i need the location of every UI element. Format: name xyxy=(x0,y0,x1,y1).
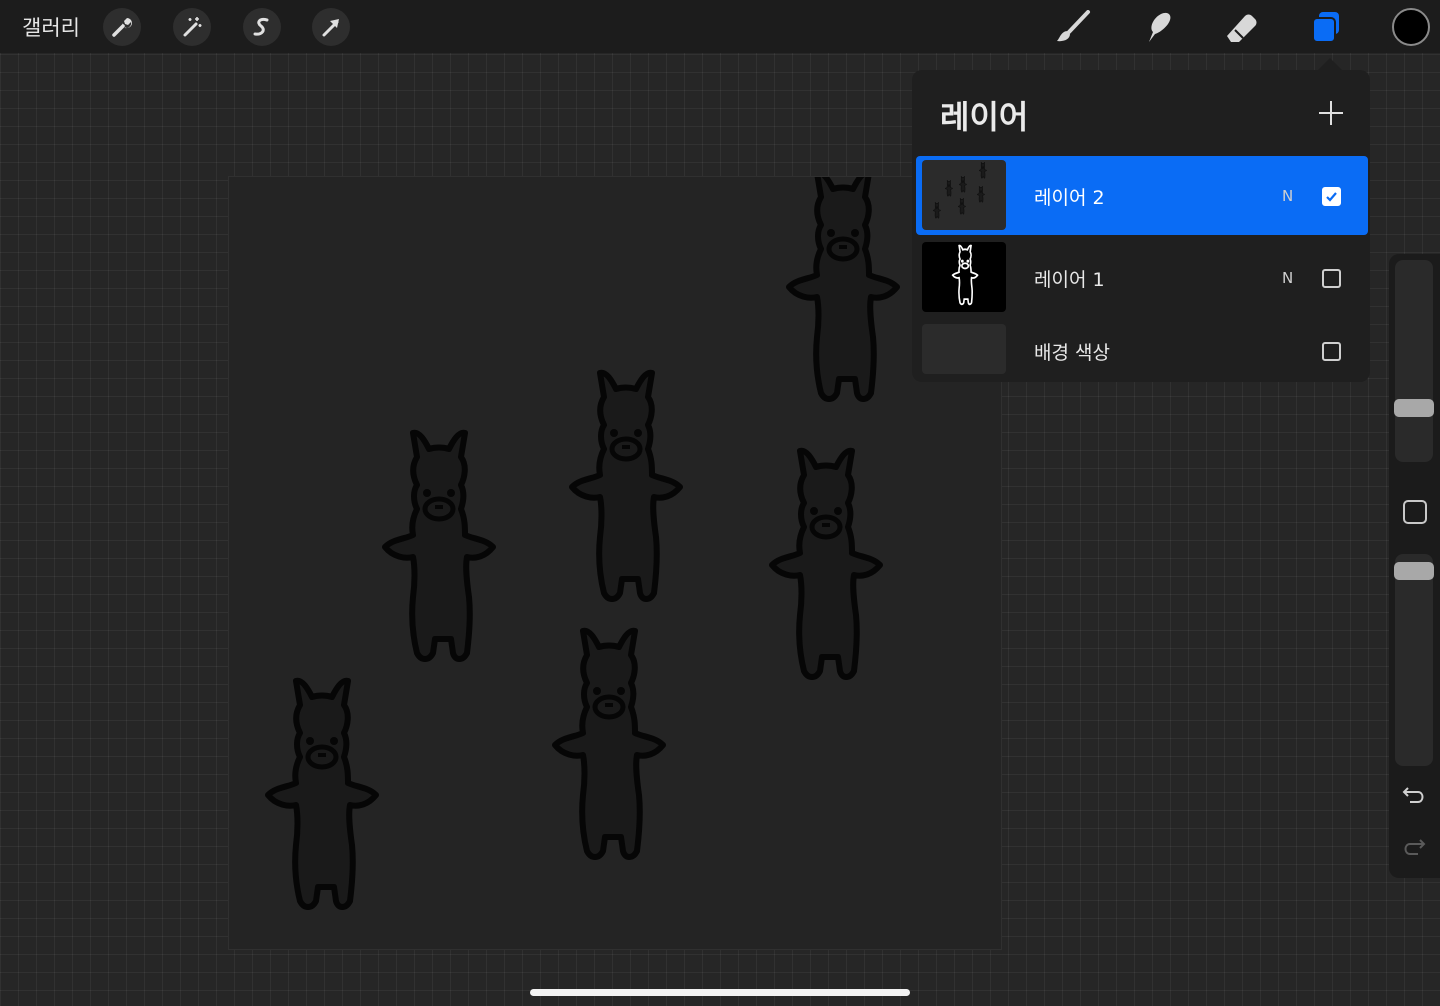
plus-icon[interactable] xyxy=(1316,98,1346,128)
alpaca-drawing xyxy=(539,625,679,875)
brush-icon[interactable] xyxy=(1054,8,1092,46)
blend-mode-button[interactable]: N xyxy=(1282,187,1293,205)
wrench-icon[interactable] xyxy=(103,8,141,46)
layer-visibility-checkbox[interactable] xyxy=(1322,187,1341,206)
alpaca-drawing xyxy=(756,445,896,695)
layer-name: 배경 색상 xyxy=(1034,342,1110,364)
home-indicator[interactable] xyxy=(530,989,910,996)
layers-icon[interactable] xyxy=(1306,8,1344,46)
top-toolbar: 갤러리 xyxy=(0,0,1440,53)
modify-button[interactable] xyxy=(1403,500,1427,524)
opacity-slider-thumb[interactable] xyxy=(1394,562,1434,580)
panel-caret xyxy=(1318,58,1342,70)
redo-icon[interactable] xyxy=(1402,836,1426,858)
layer-visibility-checkbox[interactable] xyxy=(1322,342,1341,361)
drawing-canvas[interactable] xyxy=(228,176,1002,950)
undo-icon[interactable] xyxy=(1402,784,1426,806)
alpaca-drawing xyxy=(252,675,392,925)
selection-s-icon[interactable] xyxy=(243,8,281,46)
layer-thumbnail[interactable] xyxy=(922,160,1006,230)
layer-name: 레이어 1 xyxy=(1034,269,1105,291)
layer-thumbnail[interactable] xyxy=(922,242,1006,312)
smudge-icon[interactable] xyxy=(1138,8,1176,46)
layer-row[interactable]: 레이어 2 N xyxy=(916,156,1368,235)
layer-row[interactable]: 레이어 1 N xyxy=(916,240,1368,314)
alpaca-drawing xyxy=(556,367,696,617)
brush-size-slider-thumb[interactable] xyxy=(1394,399,1434,417)
layer-visibility-checkbox[interactable] xyxy=(1322,269,1341,288)
transform-arrow-icon[interactable] xyxy=(312,8,350,46)
alpaca-drawing xyxy=(773,176,913,417)
brush-size-slider[interactable] xyxy=(1394,260,1434,462)
sidebar xyxy=(1389,254,1440,878)
layer-row[interactable]: 배경 색상 xyxy=(916,320,1368,378)
panel-title: 레이어 xyxy=(940,98,1029,136)
eraser-icon[interactable] xyxy=(1222,8,1260,46)
color-picker-button[interactable] xyxy=(1392,8,1430,46)
gallery-button[interactable]: 갤러리 xyxy=(22,12,80,42)
layer-name: 레이어 2 xyxy=(1034,187,1105,209)
alpaca-drawing xyxy=(369,427,509,677)
layers-panel: 레이어 레이어 2 N 레이어 1 N 배경 색상 xyxy=(912,70,1370,382)
magic-wand-icon[interactable] xyxy=(173,8,211,46)
blend-mode-button[interactable]: N xyxy=(1282,269,1293,287)
layer-thumbnail[interactable] xyxy=(922,324,1006,374)
opacity-slider[interactable] xyxy=(1394,554,1434,766)
